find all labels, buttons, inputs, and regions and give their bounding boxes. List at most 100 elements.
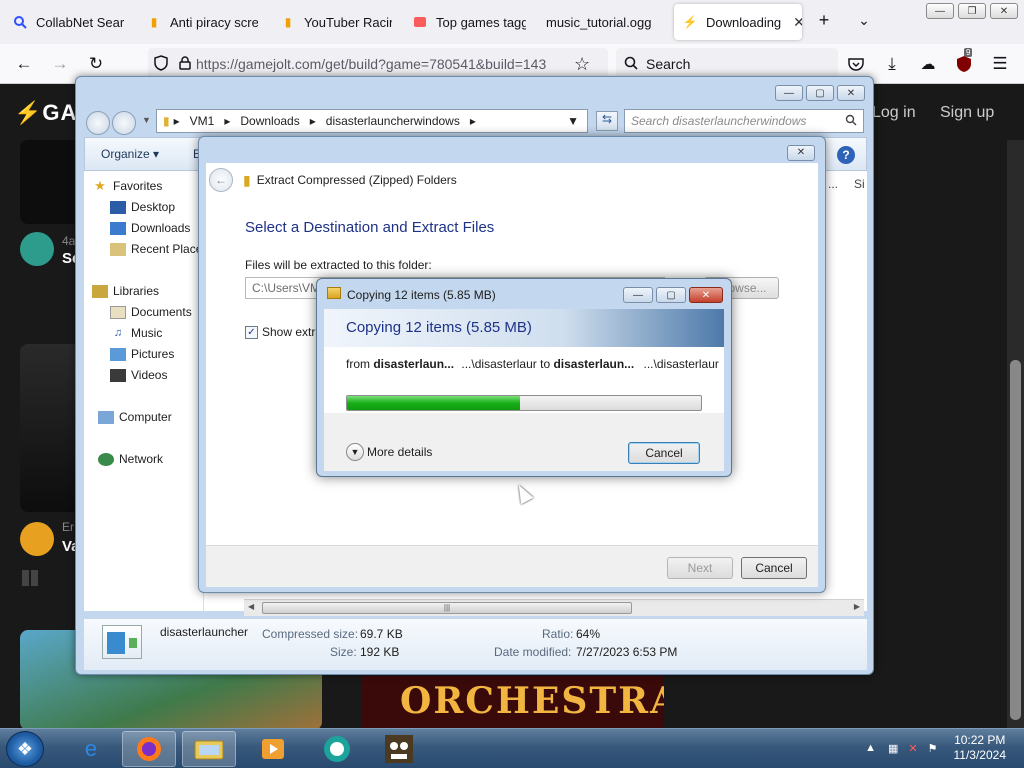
ublock-icon[interactable]: 9: [950, 48, 978, 76]
sidebar-item-network[interactable]: Network: [98, 452, 163, 466]
bookmark-star-icon[interactable]: ☆: [574, 54, 590, 75]
breadcrumb-separator-icon[interactable]: ▸: [310, 114, 316, 128]
wizard-back-button[interactable]: ←: [209, 168, 233, 192]
volume-muted-icon[interactable]: ✕: [908, 742, 917, 755]
sidebar-item-documents[interactable]: Documents: [110, 305, 192, 319]
explorer-icon[interactable]: [182, 731, 236, 767]
scroll-left-icon[interactable]: ◀: [248, 602, 254, 611]
sidebar-item-downloads[interactable]: Downloads: [110, 221, 190, 235]
copying-dialog-title: Copying 12 items (5.85 MB): [347, 288, 496, 302]
sidebar-item-pictures[interactable]: Pictures: [110, 347, 174, 361]
destination-label: Files will be extracted to this folder:: [245, 258, 432, 272]
sidebar-item-desktop[interactable]: Desktop: [110, 200, 175, 214]
wizard-close-button[interactable]: ✕: [787, 145, 815, 161]
extensions-icon[interactable]: ☁: [914, 52, 942, 76]
refresh-icon[interactable]: ⇆: [596, 111, 618, 131]
sidebar-item-libraries[interactable]: Libraries: [92, 284, 159, 298]
new-tab-button[interactable]: +: [810, 6, 838, 34]
wizard-cancel-button[interactable]: Cancel: [741, 557, 807, 579]
page-scrollbar-thumb[interactable]: [1010, 360, 1021, 720]
explorer-maximize-button[interactable]: ▢: [806, 85, 834, 101]
shield-icon[interactable]: [148, 54, 174, 74]
tab-anti-piracy[interactable]: ▮ Anti piracy scree: [146, 4, 258, 40]
sidebar-item-favorites[interactable]: ★ Favorites: [92, 178, 162, 193]
scrollbar-thumb[interactable]: |||: [262, 602, 632, 614]
page-scrollbar[interactable]: [1007, 140, 1024, 728]
destination-name[interactable]: disasterlaun...: [553, 357, 634, 371]
explorer-minimize-button[interactable]: —: [775, 85, 803, 101]
start-button[interactable]: ❖: [6, 731, 44, 767]
copy-folder-icon: [327, 287, 341, 299]
game-app-icon[interactable]: [372, 731, 426, 767]
copy-maximize-button[interactable]: ▢: [656, 287, 686, 303]
explorer-search-input[interactable]: Search disasterlauncherwindows: [624, 109, 864, 133]
game-thumbnail[interactable]: [20, 344, 80, 512]
game-thumbnail[interactable]: [20, 140, 80, 224]
breadcrumb-separator-icon[interactable]: ▸: [224, 114, 230, 128]
action-center-icon[interactable]: ⚑: [928, 742, 938, 755]
organize-button[interactable]: Organize ▾: [101, 147, 159, 161]
chevron-down-icon[interactable]: ▼: [346, 443, 364, 461]
tab-youtuber-racing[interactable]: ▮ YouTuber Racing: [280, 4, 392, 40]
more-details-toggle[interactable]: ▼ More details: [346, 443, 432, 461]
breadcrumb-item[interactable]: VM1: [190, 114, 215, 128]
source-name[interactable]: disasterlaun...: [373, 357, 454, 371]
explorer-forward-button[interactable]: [112, 111, 136, 135]
tab-music-tutorial[interactable]: music_tutorial.ogg: [546, 4, 662, 40]
sidebar-item-music[interactable]: ♫ Music: [110, 326, 162, 340]
sidebar-item-computer[interactable]: Computer: [98, 410, 172, 424]
breadcrumb-separator-icon[interactable]: ▸: [174, 114, 180, 128]
browser-minimize-button[interactable]: —: [926, 3, 954, 19]
reload-button[interactable]: ↻: [82, 52, 110, 76]
breadcrumb-separator-icon[interactable]: ▸: [470, 114, 476, 128]
next-button[interactable]: Next: [667, 557, 733, 579]
signup-link[interactable]: Sign up: [940, 104, 994, 122]
tab-collabnet[interactable]: CollabNet SearXN: [12, 4, 124, 40]
menu-icon[interactable]: ☰: [986, 52, 1014, 76]
breadcrumb[interactable]: ▮ ▸ VM1 ▸ Downloads ▸ disasterlauncherwi…: [156, 109, 588, 133]
back-button[interactable]: ←: [10, 52, 38, 76]
pictures-icon: [110, 347, 126, 361]
breadcrumb-item[interactable]: disasterlauncherwindows: [326, 114, 460, 128]
scroll-right-icon[interactable]: ▶: [854, 602, 860, 611]
chevron-down-icon[interactable]: ▼: [142, 115, 151, 125]
avatar[interactable]: [20, 232, 54, 266]
column-header[interactable]: Si: [854, 177, 866, 191]
browser-restore-button[interactable]: ❐: [958, 3, 986, 19]
checkbox-icon[interactable]: ✓: [245, 325, 258, 339]
clock[interactable]: 10:22 PM 11/3/2024: [954, 733, 1007, 763]
avatar[interactable]: [20, 522, 54, 556]
tab-downloading[interactable]: ⚡ Downloading ✕: [674, 4, 802, 40]
breadcrumb-item[interactable]: Downloads: [240, 114, 299, 128]
app-icon[interactable]: [310, 731, 364, 767]
list-tabs-button[interactable]: ⌄: [850, 6, 878, 34]
sidebar-item-recent-places[interactable]: Recent Place: [110, 242, 202, 256]
pocket-icon[interactable]: [842, 52, 870, 76]
url-text: https://gamejolt.com/get/build?game=7805…: [196, 56, 547, 72]
show-extracted-checkbox[interactable]: ✓ Show extra: [245, 325, 322, 339]
forward-button[interactable]: →: [46, 52, 74, 76]
media-player-icon[interactable]: [246, 731, 300, 767]
internet-explorer-icon[interactable]: e: [64, 731, 118, 767]
orchestra-banner[interactable]: ORCHESTRA: [362, 676, 664, 728]
login-link[interactable]: Log in: [872, 104, 916, 122]
close-tab-icon[interactable]: ✕: [793, 14, 802, 31]
downloads-icon[interactable]: ⤓: [878, 52, 906, 76]
show-hidden-icons-icon[interactable]: ▲: [865, 742, 876, 754]
horizontal-scrollbar[interactable]: ◀ ||| ▶: [244, 599, 864, 616]
explorer-back-button[interactable]: [86, 111, 110, 135]
copy-close-button[interactable]: ✕: [689, 287, 723, 303]
column-header[interactable]: ...: [828, 177, 838, 191]
help-icon[interactable]: ?: [837, 146, 855, 164]
tab-top-games[interactable]: Top games tagge: [412, 4, 526, 40]
copy-minimize-button[interactable]: —: [623, 287, 653, 303]
lock-icon[interactable]: [174, 55, 196, 73]
sidebar-item-videos[interactable]: Videos: [110, 368, 167, 382]
browser-close-button[interactable]: ✕: [990, 3, 1018, 19]
network-status-icon[interactable]: ▦: [888, 742, 898, 755]
address-dropdown-icon[interactable]: ▼: [567, 114, 579, 128]
gamejolt-logo[interactable]: ⚡GAI: [14, 100, 85, 126]
explorer-close-button[interactable]: ✕: [837, 85, 865, 101]
copy-cancel-button[interactable]: Cancel: [628, 442, 700, 464]
firefox-icon[interactable]: [122, 731, 176, 767]
